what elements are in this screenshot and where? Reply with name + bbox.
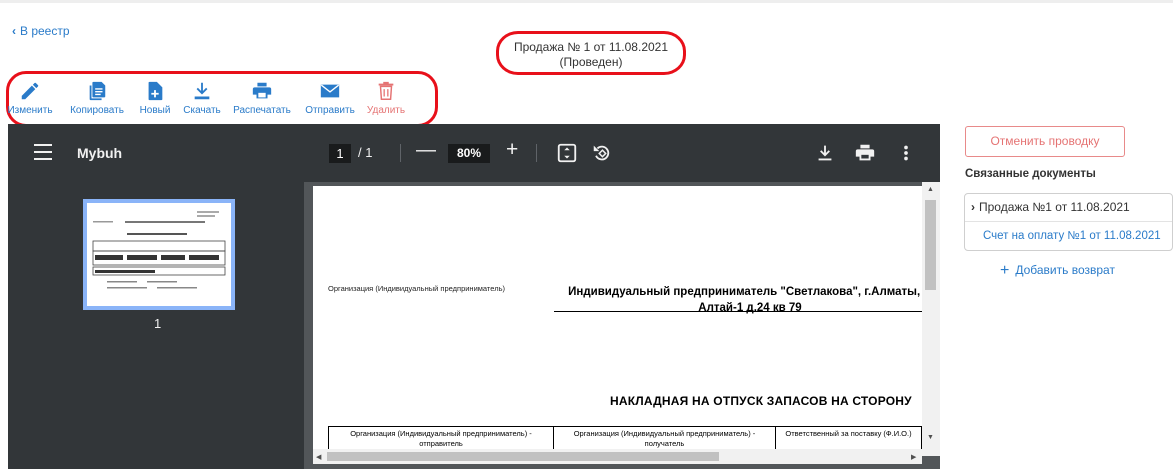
add-return-label: Добавить возврат <box>1015 263 1115 277</box>
page-thumbnail[interactable] <box>83 199 235 310</box>
document-title-block: Продажа № 1 от 11.08.2021 (Проведен) <box>496 31 686 75</box>
viewer-title: Mybuh <box>77 145 123 161</box>
scroll-right-arrow[interactable]: ▶ <box>911 453 916 461</box>
org-underline <box>554 311 924 312</box>
fit-page-icon[interactable] <box>556 142 578 164</box>
thumbnail-panel: 1 <box>8 182 304 469</box>
back-link-label: В реестр <box>20 24 70 38</box>
trash-icon <box>378 81 394 100</box>
zoom-level-input[interactable]: 80% <box>448 144 490 163</box>
rotate-icon[interactable] <box>591 142 613 164</box>
print-button[interactable]: Распечатать <box>232 80 292 120</box>
more-options-icon[interactable] <box>895 142 917 164</box>
new-document-icon <box>148 81 163 101</box>
chevron-right-icon: › <box>971 200 975 214</box>
toolbar-separator <box>536 144 537 162</box>
scroll-up-arrow[interactable]: ▲ <box>927 186 934 193</box>
plus-icon: + <box>1000 262 1010 279</box>
thumbnail-preview <box>87 203 231 306</box>
table-header-receiver: Организация (Индивидуальный предпринимат… <box>553 426 776 452</box>
list-divider <box>965 221 1172 222</box>
document-status: (Проведен) <box>559 55 623 69</box>
thumbnail-document-graphic <box>92 211 226 289</box>
toolbar-separator <box>400 144 401 162</box>
chevron-left-icon: ‹ <box>12 24 16 38</box>
pdf-viewer-toolbar: Mybuh 1 / 1 — 80% + <box>8 124 940 182</box>
envelope-icon <box>320 84 340 98</box>
table-header-sender: Организация (Индивидуальный предпринимат… <box>328 426 554 452</box>
delete-label: Удалить <box>366 105 406 116</box>
related-documents-title: Связанные документы <box>965 168 1096 180</box>
download-icon[interactable] <box>814 142 836 164</box>
table-header-responsible: Ответственный за поставку (Ф.И.О.) <box>775 426 922 452</box>
edit-button[interactable]: Изменить <box>7 80 53 120</box>
copy-button[interactable]: Копировать <box>66 80 128 120</box>
related-documents-list: › Продажа №1 от 11.08.2021 Счет на оплату… <box>964 193 1173 251</box>
horizontal-scrollbar[interactable]: ◀ ▶ <box>313 449 922 464</box>
print-label: Распечатать <box>233 105 291 116</box>
org-label: Организация (Индивидуальный предпринимат… <box>328 284 505 293</box>
related-document-invoice[interactable]: Счет на оплату №1 от 11.08.2021 <box>983 230 1161 242</box>
copy-icon <box>89 81 106 101</box>
back-to-registry-link[interactable]: ‹ В реестр <box>12 24 70 38</box>
delete-button[interactable]: Удалить <box>364 80 408 120</box>
scroll-left-arrow[interactable]: ◀ <box>316 453 321 461</box>
download-label: Скачать <box>183 105 221 116</box>
print-icon[interactable] <box>854 142 876 164</box>
download-button[interactable]: Скачать <box>182 80 222 120</box>
table-header-row: Организация (Индивидуальный предпринимат… <box>328 426 922 452</box>
action-toolbar: Изменить Копировать Новый Скачать Распеч… <box>7 80 408 120</box>
pdf-viewer: Mybuh 1 / 1 — 80% + 1 Организация (Индив… <box>8 124 940 469</box>
printer-icon <box>252 82 272 99</box>
vertical-scroll-thumb[interactable] <box>925 200 936 290</box>
send-button[interactable]: Отправить <box>304 80 356 120</box>
edit-label: Изменить <box>7 105 53 116</box>
new-label: Новый <box>139 105 171 116</box>
document-title: Продажа № 1 от 11.08.2021 <box>513 40 669 54</box>
pdf-page: Организация (Индивидуальный предпринимат… <box>313 186 924 456</box>
menu-icon[interactable] <box>34 144 52 162</box>
org-value-line1: Индивидуальный предприниматель "Светлако… <box>568 286 924 298</box>
download-icon <box>194 82 210 100</box>
related-document-sale[interactable]: › Продажа №1 от 11.08.2021 <box>971 200 1130 214</box>
vertical-scrollbar[interactable]: ▲ ▼ <box>922 182 940 456</box>
new-button[interactable]: Новый <box>138 80 172 120</box>
add-return-button[interactable]: + Добавить возврат <box>1000 262 1115 280</box>
thumbnail-page-number: 1 <box>154 316 162 331</box>
total-pages: 1 <box>365 145 373 160</box>
zoom-in-button[interactable]: + <box>506 138 518 162</box>
scroll-down-arrow[interactable]: ▼ <box>927 434 934 441</box>
document-heading: НАКЛАДНАЯ НА ОТПУСК ЗАПАСОВ НА СТОРОНУ <box>610 394 912 408</box>
top-divider <box>0 0 1173 3</box>
send-label: Отправить <box>305 105 355 116</box>
org-value-line2: Алтай-1 д.24 кв 79 <box>698 302 802 314</box>
pencil-icon <box>21 82 39 100</box>
horizontal-scroll-thumb[interactable] <box>327 452 719 461</box>
page-count: / 1 <box>358 145 373 160</box>
cancel-posting-button[interactable]: Отменить проводку <box>965 126 1125 157</box>
zoom-out-button[interactable]: — <box>416 139 436 162</box>
copy-label: Копировать <box>70 105 124 116</box>
page-number-input[interactable]: 1 <box>329 144 351 163</box>
related-document-sale-label: Продажа №1 от 11.08.2021 <box>979 200 1130 214</box>
